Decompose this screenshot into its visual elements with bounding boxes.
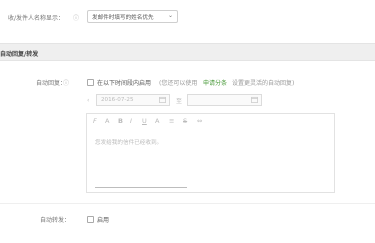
help-icon[interactable]: ⓘ xyxy=(63,78,69,87)
row-divider xyxy=(0,203,375,204)
calendar-icon xyxy=(251,96,258,103)
display-name-label: 收/发件人名称显示： xyxy=(8,15,65,22)
auto-reply-hint-suffix: 设置更灵活的自动回复) xyxy=(232,80,295,87)
start-date-input[interactable]: 2016-07-25 xyxy=(96,94,170,106)
font-color-button[interactable]: A xyxy=(155,117,159,125)
display-name-select-value: 发邮件时填写的姓名优先 xyxy=(92,15,154,21)
auto-reply-editor[interactable]: F A B I U A ≡ S ⇔ 您发给我的信件已经收到。 xyxy=(86,113,335,193)
chevron-down-icon: ⌄ xyxy=(167,12,173,19)
display-name-select[interactable]: 发邮件时填写的姓名优先 ⌄ xyxy=(87,10,178,23)
editor-toolbar: F A B I U A ≡ S ⇔ xyxy=(87,114,334,127)
start-date-value: 2016-07-25 xyxy=(101,97,134,103)
auto-reply-checkbox-label: 在以下时间段内启用 xyxy=(97,80,152,87)
align-button[interactable]: ≡ xyxy=(169,117,174,125)
italic-button[interactable]: I xyxy=(130,117,132,125)
bold-button[interactable]: B xyxy=(118,117,123,125)
auto-reply-label: 自动回复： xyxy=(36,80,67,87)
link-icon[interactable]: ⇔ xyxy=(197,117,202,125)
editor-divider xyxy=(95,187,187,188)
auto-forward-checkbox[interactable] xyxy=(87,216,94,223)
font-size-button[interactable]: A xyxy=(105,117,109,125)
prev-icon[interactable]: ‹ xyxy=(87,97,89,104)
section-header: 自动回复/转发 xyxy=(0,43,375,61)
calendar-icon xyxy=(159,96,166,103)
auto-reply-hint-link[interactable]: 申请分条 xyxy=(203,78,227,87)
auto-forward-checkbox-label: 启用 xyxy=(97,217,110,224)
strikethrough-button[interactable]: S xyxy=(183,117,187,125)
auto-reply-checkbox[interactable] xyxy=(87,79,94,86)
font-family-button[interactable]: F xyxy=(93,117,97,125)
end-date-input[interactable] xyxy=(187,94,262,106)
editor-placeholder: 您发给我的信件已经收到。 xyxy=(95,140,163,146)
date-separator: 至 xyxy=(176,98,183,105)
help-icon[interactable]: ⓘ xyxy=(73,13,79,22)
underline-button[interactable]: U xyxy=(142,117,147,125)
section-title: 自动回复/转发 xyxy=(0,51,39,58)
auto-forward-label: 自动转发： xyxy=(40,217,71,224)
auto-reply-hint-prefix: (您还可以使用 xyxy=(159,80,198,87)
